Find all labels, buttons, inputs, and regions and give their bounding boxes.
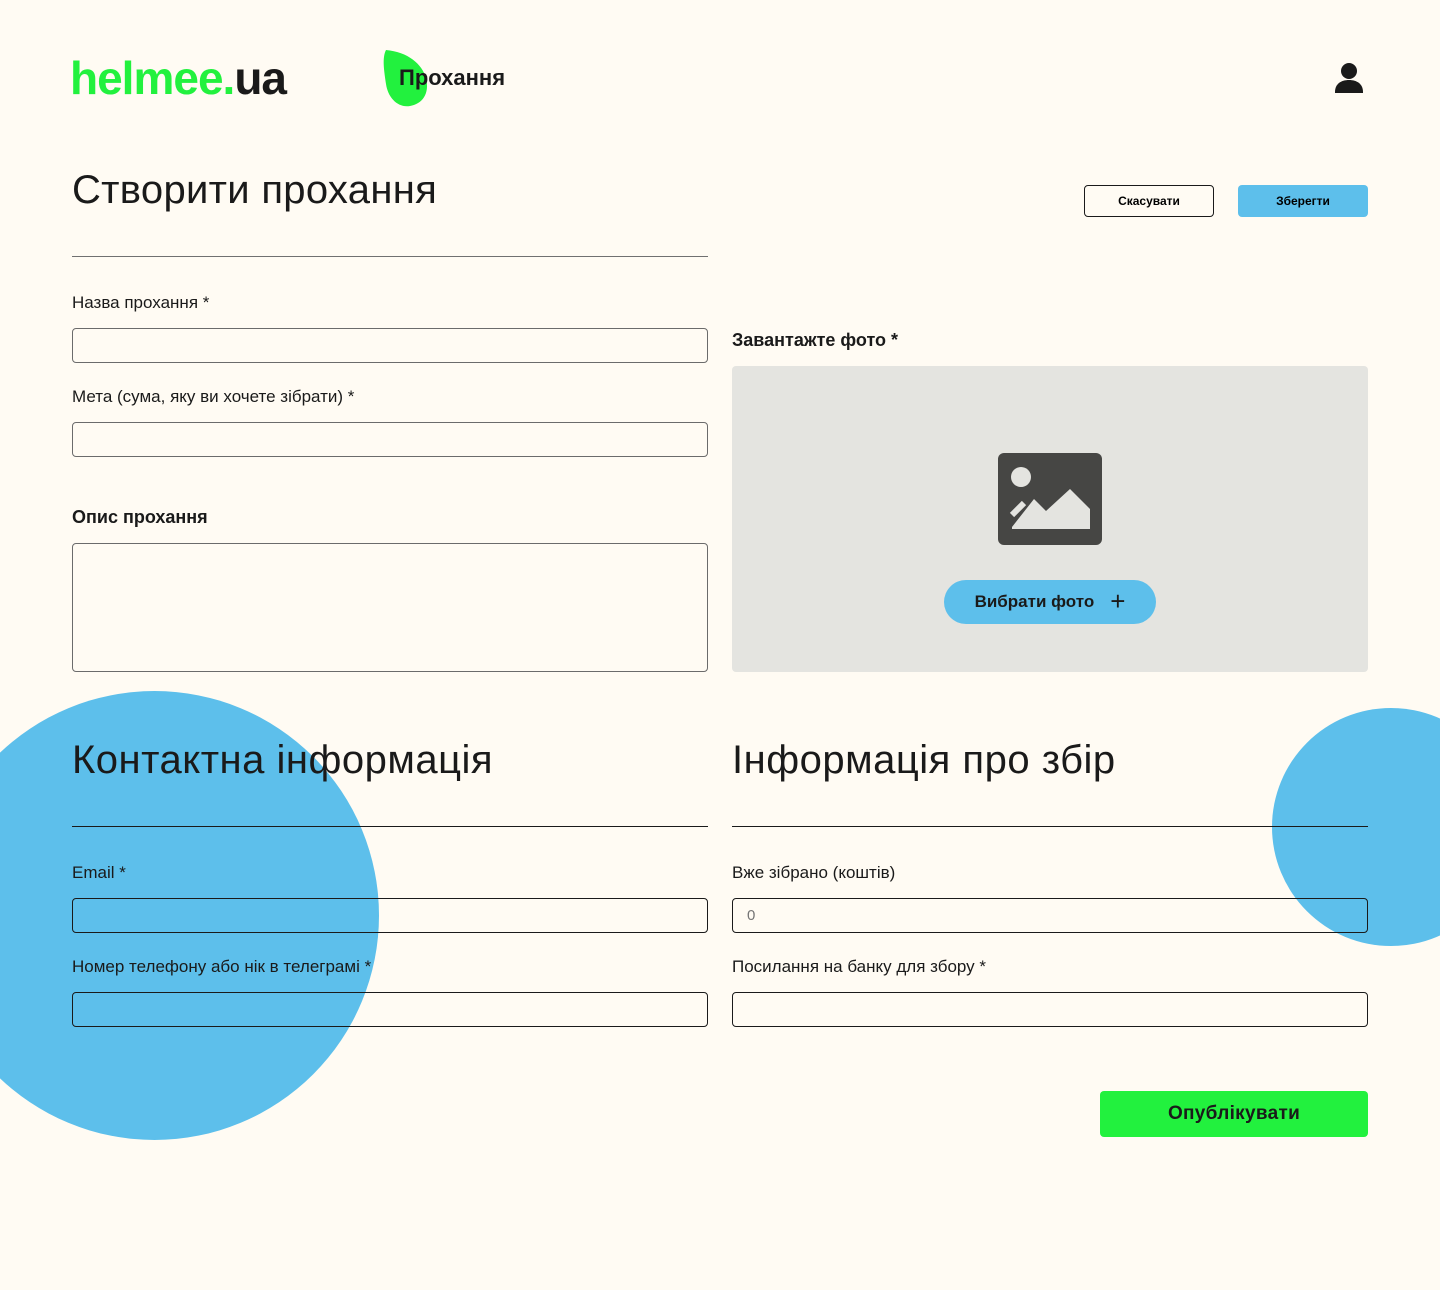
page-title: Створити прохання (72, 168, 438, 212)
request-name-label: Назва прохання * (72, 293, 210, 312)
logo[interactable]: helmee.ua (70, 48, 428, 108)
logo-brand: helmee. (70, 52, 235, 104)
email-input[interactable] (72, 898, 708, 933)
collected-label: Вже зібрано (коштів) (732, 863, 896, 882)
fundraising-section-title: Інформація про збір (732, 738, 1116, 782)
cancel-button[interactable]: Скасувати (1084, 185, 1214, 217)
publish-button[interactable]: Опублікувати (1100, 1091, 1368, 1137)
user-icon[interactable] (1334, 62, 1364, 94)
description-label: Опис прохання (72, 507, 208, 527)
nav-title[interactable]: Прохання (399, 64, 505, 92)
contact-divider (72, 826, 708, 827)
choose-photo-label: Вибрати фото (974, 592, 1095, 611)
email-label: Email * (72, 863, 126, 882)
goal-label: Мета (сума, яку ви хочете зібрати) * (72, 387, 355, 406)
phone-label: Номер телефону або нік в телеграмі * (72, 957, 372, 976)
logo-tld: ua (234, 52, 287, 104)
description-textarea[interactable] (72, 543, 708, 672)
choose-photo-button[interactable]: Вибрати фото + (944, 580, 1156, 624)
goal-input[interactable] (72, 422, 708, 457)
request-name-input[interactable] (72, 328, 708, 363)
jar-link-label: Посилання на банку для збору * (732, 957, 987, 976)
title-divider (72, 256, 708, 257)
save-button[interactable]: Зберегти (1238, 185, 1368, 217)
contact-section-title: Контактна інформація (72, 738, 494, 782)
plus-icon: + (1110, 586, 1126, 616)
fundraising-divider (732, 826, 1368, 827)
jar-link-input[interactable] (732, 992, 1368, 1027)
photo-label: Завантажте фото * (732, 330, 899, 350)
photo-upload-area[interactable]: Вибрати фото + (732, 366, 1368, 672)
phone-input[interactable] (72, 992, 708, 1027)
image-placeholder-icon (998, 453, 1102, 545)
logo-text: helmee.ua (70, 52, 287, 104)
collected-input[interactable] (732, 898, 1368, 933)
